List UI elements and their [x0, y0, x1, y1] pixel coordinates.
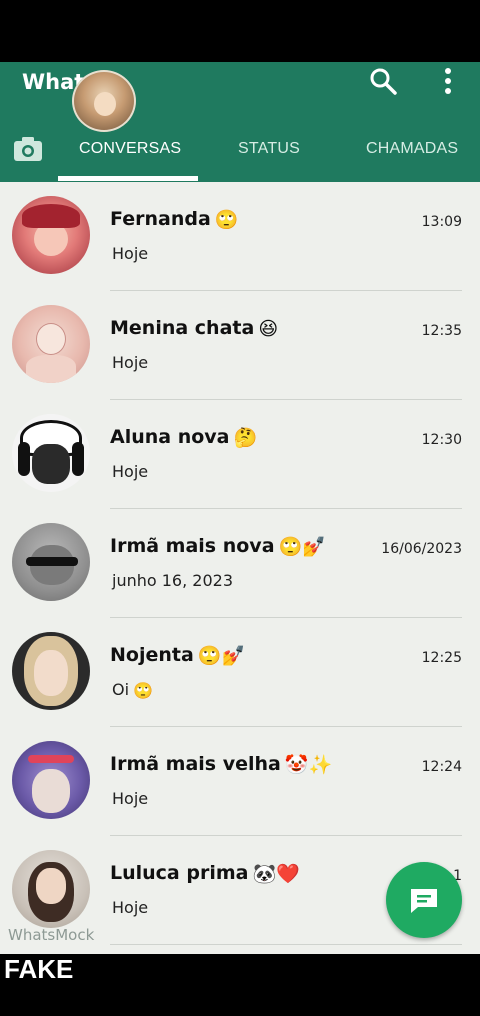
chat-row[interactable]: Fernanda 🙄 13:09 Hoje	[0, 182, 480, 291]
chat-list: Fernanda 🙄 13:09 Hoje Menina chata 😆 12:35…	[0, 182, 480, 954]
avatar	[12, 741, 90, 819]
chat-name: Irmã mais velha 🤡✨	[110, 753, 333, 776]
chat-name: Luluca prima 🐼❤️	[110, 862, 300, 885]
divider	[110, 944, 462, 945]
camera-icon[interactable]	[12, 134, 44, 164]
chat-row[interactable]: Irmã mais velha 🤡✨ 12:24 Hoje	[0, 727, 480, 836]
new-chat-icon	[411, 889, 437, 913]
chat-time: 12:30	[421, 432, 462, 448]
chat-name: Nojenta 🙄💅	[110, 644, 246, 667]
status-bar-area	[0, 0, 480, 62]
active-tab-indicator	[58, 176, 198, 181]
chat-name: Aluna nova 🤔	[110, 426, 258, 449]
chat-row[interactable]: Menina chata 😆 12:35 Hoje	[0, 291, 480, 400]
tab-status[interactable]: STATUS	[238, 140, 300, 158]
chat-time: 12:24	[421, 759, 462, 775]
chat-time: 16/06/2023	[381, 541, 462, 557]
chat-time: 13:09	[421, 214, 462, 230]
chat-preview: Hoje	[112, 898, 149, 917]
avatar	[12, 632, 90, 710]
chat-name: Irmã mais nova 🙄💅	[110, 535, 326, 558]
chat-row[interactable]: Irmã mais nova 🙄💅 16/06/2023 junho 16, 20…	[0, 509, 480, 618]
chat-row[interactable]: Aluna nova 🤔 12:30 Hoje	[0, 400, 480, 509]
more-vert-icon[interactable]	[436, 66, 460, 96]
avatar	[12, 523, 90, 601]
avatar	[12, 414, 90, 492]
chat-row[interactable]: Nojenta 🙄💅 12:25 Oi 🙄	[0, 618, 480, 727]
watermark: WhatsMock	[8, 926, 95, 944]
avatar	[12, 850, 90, 928]
chat-preview: Hoje	[112, 462, 149, 481]
chat-time: 12:35	[421, 323, 462, 339]
chat-preview: Hoje	[112, 244, 149, 263]
profile-avatar[interactable]	[72, 70, 136, 132]
chat-time: 12:25	[421, 650, 462, 666]
chat-name: Fernanda 🙄	[110, 208, 239, 231]
tab-conversas[interactable]: CONVERSAS	[79, 140, 181, 158]
tab-chamadas[interactable]: CHAMADAS	[366, 140, 458, 158]
chat-name: Menina chata 😆	[110, 317, 279, 340]
chat-preview: Hoje	[112, 789, 149, 808]
search-icon[interactable]	[368, 66, 398, 96]
new-chat-button[interactable]	[386, 862, 462, 938]
avatar	[12, 196, 90, 274]
chat-preview: Oi 🙄	[112, 680, 153, 700]
avatar	[12, 305, 90, 383]
chat-preview: Hoje	[112, 353, 149, 372]
fake-label: FAKE	[4, 954, 74, 984]
chat-preview: junho 16, 2023	[112, 571, 233, 590]
